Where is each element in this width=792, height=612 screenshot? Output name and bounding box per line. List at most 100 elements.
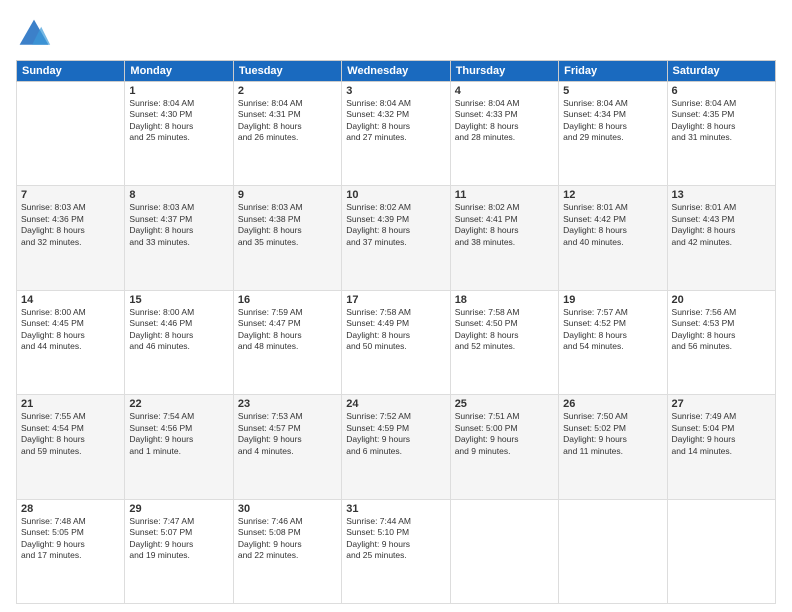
day-number: 28 <box>21 503 120 515</box>
calendar-day-2: 2Sunrise: 8:04 AM Sunset: 4:31 PM Daylig… <box>233 82 341 186</box>
calendar-day-23: 23Sunrise: 7:53 AM Sunset: 4:57 PM Dayli… <box>233 395 341 499</box>
day-info: Sunrise: 7:57 AM Sunset: 4:52 PM Dayligh… <box>563 307 662 353</box>
calendar-day-14: 14Sunrise: 8:00 AM Sunset: 4:45 PM Dayli… <box>17 290 125 394</box>
calendar-day-12: 12Sunrise: 8:01 AM Sunset: 4:42 PM Dayli… <box>559 186 667 290</box>
day-info: Sunrise: 8:04 AM Sunset: 4:30 PM Dayligh… <box>129 98 228 144</box>
calendar-day-5: 5Sunrise: 8:04 AM Sunset: 4:34 PM Daylig… <box>559 82 667 186</box>
calendar-empty-cell <box>667 499 775 603</box>
day-info: Sunrise: 8:00 AM Sunset: 4:45 PM Dayligh… <box>21 307 120 353</box>
day-info: Sunrise: 8:03 AM Sunset: 4:37 PM Dayligh… <box>129 202 228 248</box>
calendar-day-22: 22Sunrise: 7:54 AM Sunset: 4:56 PM Dayli… <box>125 395 233 499</box>
day-info: Sunrise: 7:52 AM Sunset: 4:59 PM Dayligh… <box>346 411 445 457</box>
calendar-day-29: 29Sunrise: 7:47 AM Sunset: 5:07 PM Dayli… <box>125 499 233 603</box>
day-number: 4 <box>455 85 554 97</box>
day-number: 27 <box>672 398 771 410</box>
day-info: Sunrise: 7:58 AM Sunset: 4:49 PM Dayligh… <box>346 307 445 353</box>
calendar-day-11: 11Sunrise: 8:02 AM Sunset: 4:41 PM Dayli… <box>450 186 558 290</box>
day-number: 30 <box>238 503 337 515</box>
day-number: 3 <box>346 85 445 97</box>
day-number: 9 <box>238 189 337 201</box>
calendar-day-28: 28Sunrise: 7:48 AM Sunset: 5:05 PM Dayli… <box>17 499 125 603</box>
calendar-day-21: 21Sunrise: 7:55 AM Sunset: 4:54 PM Dayli… <box>17 395 125 499</box>
day-number: 12 <box>563 189 662 201</box>
day-number: 16 <box>238 294 337 306</box>
calendar-day-15: 15Sunrise: 8:00 AM Sunset: 4:46 PM Dayli… <box>125 290 233 394</box>
calendar-day-1: 1Sunrise: 8:04 AM Sunset: 4:30 PM Daylig… <box>125 82 233 186</box>
day-info: Sunrise: 7:53 AM Sunset: 4:57 PM Dayligh… <box>238 411 337 457</box>
day-info: Sunrise: 7:46 AM Sunset: 5:08 PM Dayligh… <box>238 516 337 562</box>
day-info: Sunrise: 8:03 AM Sunset: 4:36 PM Dayligh… <box>21 202 120 248</box>
calendar-day-26: 26Sunrise: 7:50 AM Sunset: 5:02 PM Dayli… <box>559 395 667 499</box>
calendar-day-31: 31Sunrise: 7:44 AM Sunset: 5:10 PM Dayli… <box>342 499 450 603</box>
day-number: 7 <box>21 189 120 201</box>
header <box>16 16 776 52</box>
calendar-day-4: 4Sunrise: 8:04 AM Sunset: 4:33 PM Daylig… <box>450 82 558 186</box>
day-info: Sunrise: 8:04 AM Sunset: 4:34 PM Dayligh… <box>563 98 662 144</box>
day-info: Sunrise: 7:47 AM Sunset: 5:07 PM Dayligh… <box>129 516 228 562</box>
calendar-day-16: 16Sunrise: 7:59 AM Sunset: 4:47 PM Dayli… <box>233 290 341 394</box>
day-number: 19 <box>563 294 662 306</box>
day-number: 31 <box>346 503 445 515</box>
calendar-day-3: 3Sunrise: 8:04 AM Sunset: 4:32 PM Daylig… <box>342 82 450 186</box>
day-header-wednesday: Wednesday <box>342 61 450 82</box>
day-number: 15 <box>129 294 228 306</box>
day-info: Sunrise: 8:00 AM Sunset: 4:46 PM Dayligh… <box>129 307 228 353</box>
calendar-week-row: 21Sunrise: 7:55 AM Sunset: 4:54 PM Dayli… <box>17 395 776 499</box>
day-info: Sunrise: 8:04 AM Sunset: 4:31 PM Dayligh… <box>238 98 337 144</box>
day-number: 21 <box>21 398 120 410</box>
day-number: 26 <box>563 398 662 410</box>
day-header-monday: Monday <box>125 61 233 82</box>
calendar-day-17: 17Sunrise: 7:58 AM Sunset: 4:49 PM Dayli… <box>342 290 450 394</box>
day-header-saturday: Saturday <box>667 61 775 82</box>
day-number: 10 <box>346 189 445 201</box>
calendar-day-24: 24Sunrise: 7:52 AM Sunset: 4:59 PM Dayli… <box>342 395 450 499</box>
calendar-header-row: SundayMondayTuesdayWednesdayThursdayFrid… <box>17 61 776 82</box>
day-info: Sunrise: 8:02 AM Sunset: 4:39 PM Dayligh… <box>346 202 445 248</box>
calendar-day-18: 18Sunrise: 7:58 AM Sunset: 4:50 PM Dayli… <box>450 290 558 394</box>
calendar-empty-cell <box>450 499 558 603</box>
calendar-week-row: 28Sunrise: 7:48 AM Sunset: 5:05 PM Dayli… <box>17 499 776 603</box>
day-number: 2 <box>238 85 337 97</box>
day-info: Sunrise: 8:04 AM Sunset: 4:33 PM Dayligh… <box>455 98 554 144</box>
day-info: Sunrise: 7:51 AM Sunset: 5:00 PM Dayligh… <box>455 411 554 457</box>
calendar-day-20: 20Sunrise: 7:56 AM Sunset: 4:53 PM Dayli… <box>667 290 775 394</box>
day-info: Sunrise: 8:04 AM Sunset: 4:35 PM Dayligh… <box>672 98 771 144</box>
day-info: Sunrise: 7:54 AM Sunset: 4:56 PM Dayligh… <box>129 411 228 457</box>
day-header-friday: Friday <box>559 61 667 82</box>
day-number: 29 <box>129 503 228 515</box>
calendar-day-7: 7Sunrise: 8:03 AM Sunset: 4:36 PM Daylig… <box>17 186 125 290</box>
calendar-day-9: 9Sunrise: 8:03 AM Sunset: 4:38 PM Daylig… <box>233 186 341 290</box>
calendar-day-25: 25Sunrise: 7:51 AM Sunset: 5:00 PM Dayli… <box>450 395 558 499</box>
calendar-empty-cell <box>559 499 667 603</box>
calendar-week-row: 1Sunrise: 8:04 AM Sunset: 4:30 PM Daylig… <box>17 82 776 186</box>
day-info: Sunrise: 8:01 AM Sunset: 4:42 PM Dayligh… <box>563 202 662 248</box>
day-number: 14 <box>21 294 120 306</box>
calendar-week-row: 7Sunrise: 8:03 AM Sunset: 4:36 PM Daylig… <box>17 186 776 290</box>
day-info: Sunrise: 7:56 AM Sunset: 4:53 PM Dayligh… <box>672 307 771 353</box>
calendar-day-19: 19Sunrise: 7:57 AM Sunset: 4:52 PM Dayli… <box>559 290 667 394</box>
day-number: 17 <box>346 294 445 306</box>
day-info: Sunrise: 7:48 AM Sunset: 5:05 PM Dayligh… <box>21 516 120 562</box>
calendar-day-6: 6Sunrise: 8:04 AM Sunset: 4:35 PM Daylig… <box>667 82 775 186</box>
day-info: Sunrise: 7:59 AM Sunset: 4:47 PM Dayligh… <box>238 307 337 353</box>
day-number: 13 <box>672 189 771 201</box>
day-info: Sunrise: 7:55 AM Sunset: 4:54 PM Dayligh… <box>21 411 120 457</box>
day-header-sunday: Sunday <box>17 61 125 82</box>
day-info: Sunrise: 8:03 AM Sunset: 4:38 PM Dayligh… <box>238 202 337 248</box>
day-info: Sunrise: 8:04 AM Sunset: 4:32 PM Dayligh… <box>346 98 445 144</box>
day-number: 1 <box>129 85 228 97</box>
day-info: Sunrise: 7:50 AM Sunset: 5:02 PM Dayligh… <box>563 411 662 457</box>
day-number: 18 <box>455 294 554 306</box>
day-number: 24 <box>346 398 445 410</box>
calendar-day-8: 8Sunrise: 8:03 AM Sunset: 4:37 PM Daylig… <box>125 186 233 290</box>
day-info: Sunrise: 8:01 AM Sunset: 4:43 PM Dayligh… <box>672 202 771 248</box>
calendar-day-13: 13Sunrise: 8:01 AM Sunset: 4:43 PM Dayli… <box>667 186 775 290</box>
day-number: 6 <box>672 85 771 97</box>
day-number: 22 <box>129 398 228 410</box>
calendar-day-27: 27Sunrise: 7:49 AM Sunset: 5:04 PM Dayli… <box>667 395 775 499</box>
calendar-table: SundayMondayTuesdayWednesdayThursdayFrid… <box>16 60 776 604</box>
day-number: 5 <box>563 85 662 97</box>
calendar-day-10: 10Sunrise: 8:02 AM Sunset: 4:39 PM Dayli… <box>342 186 450 290</box>
calendar-day-30: 30Sunrise: 7:46 AM Sunset: 5:08 PM Dayli… <box>233 499 341 603</box>
logo <box>16 16 56 52</box>
